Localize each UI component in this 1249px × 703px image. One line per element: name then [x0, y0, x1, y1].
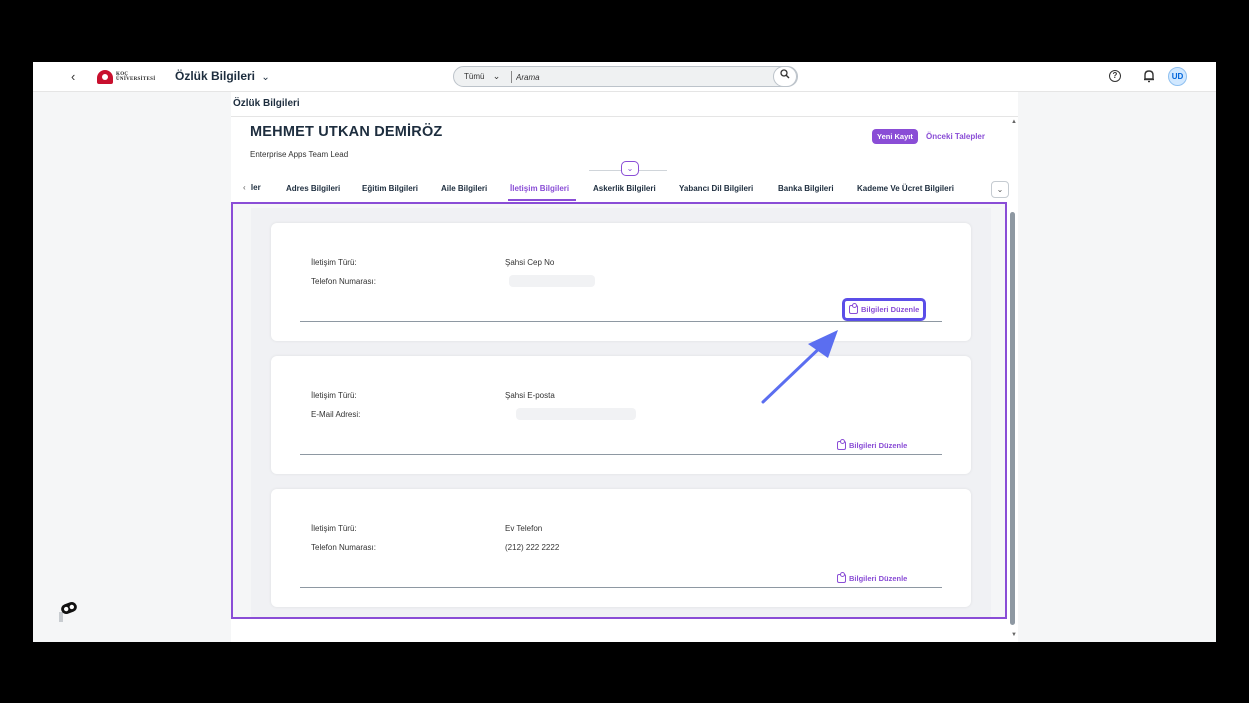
- bell-icon[interactable]: [1143, 69, 1155, 83]
- contact-detail-label: Telefon Numarası:: [311, 543, 376, 552]
- tab-iletisim-bilgileri[interactable]: İletişim Bilgileri: [510, 184, 569, 193]
- employee-page: Özlük Bilgileri MEHMET UTKAN DEMİRÖZ Ent…: [231, 92, 1018, 642]
- search-scope-label: Tümü: [464, 72, 485, 81]
- app-title-menu[interactable]: Özlük Bilgileri ⌄: [175, 69, 270, 83]
- tab-aile-bilgileri[interactable]: Aile Bilgileri: [441, 184, 487, 193]
- contact-detail-label: Telefon Numarası:: [311, 277, 376, 286]
- contact-type-label: İletişim Türü:: [311, 524, 357, 533]
- divider: [231, 116, 1018, 117]
- tab-overflow-button[interactable]: ⌄: [991, 181, 1009, 198]
- contact-info-panel: İletişim Türü: Şahsi Cep No Telefon Numa…: [231, 202, 1007, 619]
- app-window: ‹ KOÇ ÜNİVERSİTESİ Özlük Bilgileri ⌄ Tüm…: [33, 62, 1216, 642]
- page-title: Özlük Bilgileri: [233, 98, 300, 109]
- edit-info-button[interactable]: Bilgileri Düzenle: [837, 437, 907, 453]
- employee-role: Enterprise Apps Team Lead: [250, 150, 349, 159]
- help-icon[interactable]: ?: [1109, 70, 1121, 82]
- contact-type-value: Ev Telefon: [505, 524, 543, 533]
- divider: [300, 454, 942, 455]
- avatar[interactable]: UD: [1168, 67, 1187, 86]
- search-scope-select[interactable]: Tümü ⌄: [464, 71, 500, 82]
- tab-askerlik-bilgileri[interactable]: Askerlik Bilgileri: [593, 184, 656, 193]
- edit-info-label: Bilgileri Düzenle: [861, 305, 920, 314]
- edit-person-icon: [849, 303, 858, 314]
- tab-kademe-ve-ucret-bilgileri[interactable]: Kademe Ve Ücret Bilgileri: [857, 184, 954, 193]
- search-icon: [780, 69, 790, 79]
- divider: [300, 321, 942, 322]
- contact-card: İletişim Türü: Şahsi Cep No Telefon Numa…: [271, 223, 971, 341]
- logo-text-line2: ÜNİVERSİTESİ: [116, 77, 156, 82]
- edit-info-button[interactable]: Bilgileri Düzenle: [842, 298, 927, 321]
- contact-type-label: İletişim Türü:: [311, 258, 357, 267]
- app-title: Özlük Bilgileri: [175, 69, 256, 83]
- corner-app-icon: [59, 601, 77, 622]
- previous-requests-button[interactable]: Önceki Talepler: [926, 132, 985, 141]
- edit-person-icon: [837, 438, 846, 450]
- chevron-left-icon: ‹: [243, 183, 246, 192]
- tab-egitim-bilgileri[interactable]: Eğitim Bilgileri: [362, 184, 418, 193]
- logo-text: KOÇ ÜNİVERSİTESİ: [116, 72, 155, 82]
- search-divider: [511, 71, 512, 83]
- scroll-down-icon[interactable]: ▼: [1011, 632, 1017, 638]
- search-button[interactable]: [773, 66, 797, 87]
- tab-banka-bilgileri[interactable]: Banka Bilgileri: [778, 184, 834, 193]
- contact-card: İletişim Türü: Şahsi E-posta E-Mail Adre…: [271, 356, 971, 474]
- active-tab-indicator: [508, 199, 576, 201]
- tab-adres-bilgileri[interactable]: Adres Bilgileri: [286, 184, 340, 193]
- vertical-scrollbar[interactable]: [1010, 212, 1015, 625]
- tab-scroll-left-button[interactable]: ‹ ler: [243, 183, 261, 192]
- contact-detail-label: E-Mail Adresi:: [311, 410, 361, 419]
- chevron-down-icon: ⌄: [261, 72, 270, 83]
- divider: [300, 587, 942, 588]
- contact-detail-value: (212) 222 2222: [505, 543, 560, 552]
- employee-name: MEHMET UTKAN DEMİRÖZ: [250, 124, 443, 140]
- tab-bar: ‹ ler Adres Bilgileri Eğitim Bilgileri A…: [231, 176, 1018, 202]
- chevron-down-icon: ⌄: [492, 71, 501, 81]
- collapse-header-button[interactable]: ⌄: [621, 161, 639, 176]
- logo-mark-icon: [97, 70, 113, 84]
- search-bar: Tümü ⌄: [453, 66, 798, 87]
- tab-yabanci-dil-bilgileri[interactable]: Yabancı Dil Bilgileri: [679, 184, 753, 193]
- tab-partial-label: ler: [250, 183, 261, 192]
- shell-bar: ‹ KOÇ ÜNİVERSİTESİ Özlük Bilgileri ⌄ Tüm…: [33, 62, 1216, 92]
- contact-type-value: Şahsi Cep No: [505, 258, 555, 267]
- contact-type-value: Şahsi E-posta: [505, 391, 555, 400]
- redacted-value: [509, 275, 595, 287]
- contact-card-list: İletişim Türü: Şahsi Cep No Telefon Numa…: [251, 208, 991, 617]
- edit-person-icon: [837, 571, 846, 583]
- edit-info-label: Bilgileri Düzenle: [849, 573, 908, 583]
- redacted-value: [516, 408, 636, 420]
- edit-info-label: Bilgileri Düzenle: [849, 440, 908, 450]
- edit-info-button[interactable]: Bilgileri Düzenle: [837, 570, 907, 586]
- back-button[interactable]: ‹: [71, 69, 75, 84]
- search-input[interactable]: [516, 70, 766, 84]
- scroll-up-icon[interactable]: ▲: [1011, 119, 1017, 125]
- university-logo[interactable]: KOÇ ÜNİVERSİTESİ: [97, 70, 155, 84]
- new-record-button[interactable]: Yeni Kayıt: [872, 129, 918, 144]
- contact-card: İletişim Türü: Ev Telefon Telefon Numara…: [271, 489, 971, 607]
- contact-type-label: İletişim Türü:: [311, 391, 357, 400]
